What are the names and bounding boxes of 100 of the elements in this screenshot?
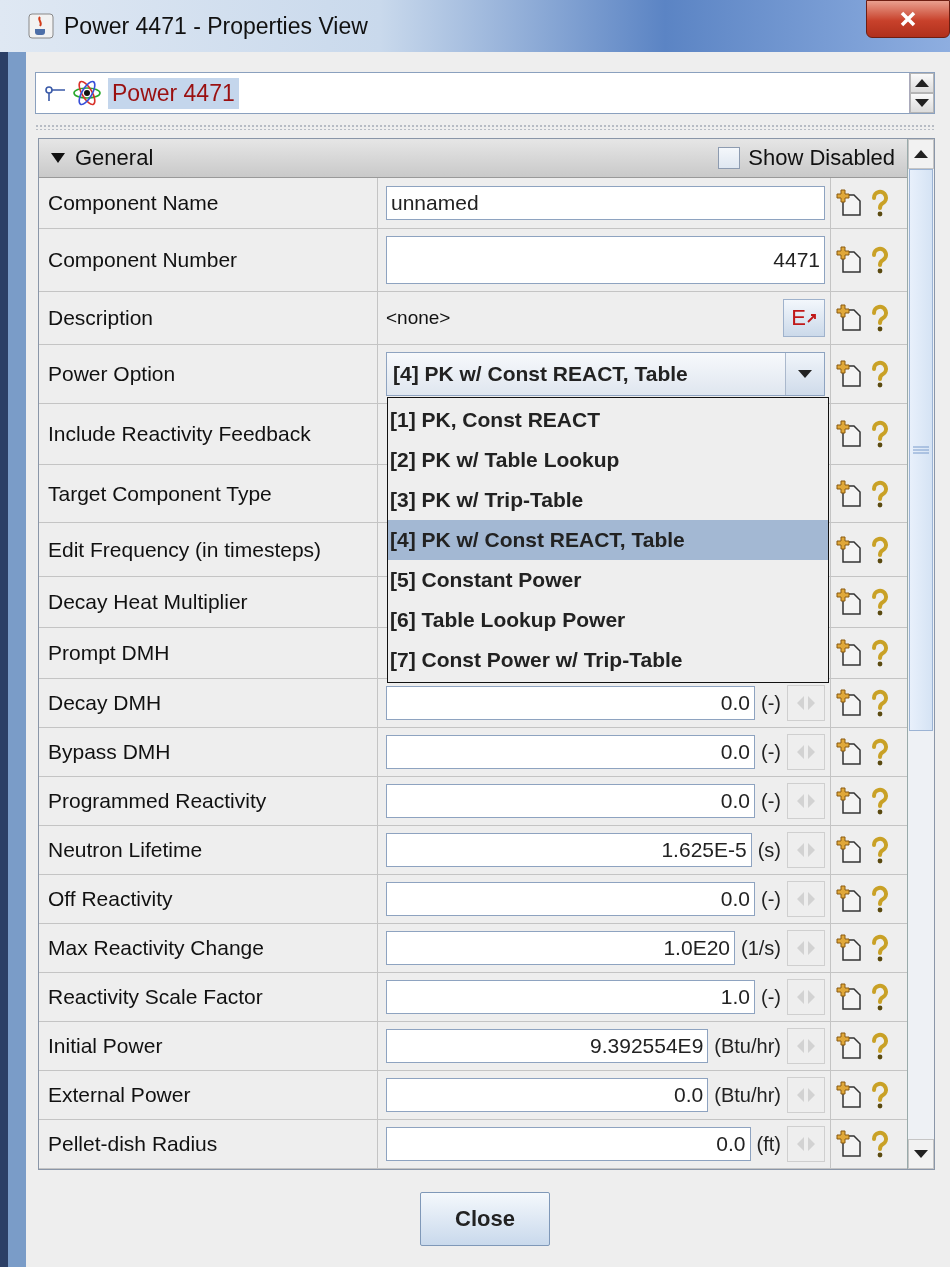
show-disabled-label: Show Disabled	[748, 145, 895, 171]
section-header[interactable]: General Show Disabled	[39, 139, 907, 178]
dropdown-option[interactable]: [5] Constant Power	[388, 560, 828, 600]
unit-label: (-)	[761, 789, 781, 813]
spin-buttons-icon[interactable]	[909, 73, 934, 113]
property-label: Neutron Lifetime	[39, 826, 378, 874]
new-document-icon[interactable]	[836, 479, 862, 508]
number-field[interactable]: 1.0	[386, 980, 755, 1014]
property-label: Edit Frequency (in timesteps)	[39, 523, 378, 576]
number-field[interactable]: 1.625E-5	[386, 833, 752, 867]
help-icon[interactable]	[870, 246, 890, 274]
help-icon[interactable]	[870, 479, 890, 508]
new-document-icon[interactable]	[836, 535, 862, 564]
property-label: Decay DMH	[39, 679, 378, 727]
new-document-icon[interactable]	[836, 934, 862, 962]
grip-icon	[913, 446, 929, 454]
dropdown-option[interactable]: [1] PK, Const REACT	[388, 400, 828, 440]
property-label: Include Reactivity Feedback	[39, 404, 378, 464]
help-icon[interactable]	[870, 885, 890, 913]
new-document-icon[interactable]	[836, 1130, 862, 1158]
unit-label: (-)	[761, 740, 781, 764]
dropdown-option[interactable]: [2] PK w/ Table Lookup	[388, 440, 828, 480]
new-document-icon[interactable]	[836, 304, 862, 332]
property-label: Pellet-dish Radius	[39, 1120, 378, 1168]
new-document-icon[interactable]	[836, 189, 862, 217]
new-document-icon[interactable]	[836, 885, 862, 913]
unit-label: (1/s)	[741, 936, 781, 960]
close-icon	[899, 10, 917, 28]
caret-down-icon	[914, 1150, 928, 1158]
new-document-icon[interactable]	[836, 639, 862, 667]
property-label: Max Reactivity Change	[39, 924, 378, 972]
unit-label: (-)	[761, 985, 781, 1009]
dropdown-option[interactable]: [4] PK w/ Const REACT, Table	[388, 520, 828, 560]
section-title: General	[75, 145, 154, 171]
help-icon[interactable]	[870, 836, 890, 864]
new-document-icon[interactable]	[836, 983, 862, 1011]
dropdown-option[interactable]: [3] PK w/ Trip-Table	[388, 480, 828, 520]
new-document-icon[interactable]	[836, 836, 862, 864]
unit-label: (ft)	[756, 1132, 781, 1156]
help-icon[interactable]	[870, 588, 890, 616]
expanded-triangle-icon[interactable]	[51, 153, 65, 163]
help-icon[interactable]	[870, 189, 890, 217]
new-document-icon[interactable]	[836, 588, 862, 616]
close-window-button[interactable]	[866, 0, 950, 38]
component-path-field[interactable]: Power 4471	[35, 72, 935, 114]
number-field[interactable]: 0.0	[386, 882, 755, 916]
number-field[interactable]: 0.0	[386, 1127, 751, 1161]
number-field[interactable]: 0.0	[386, 784, 755, 818]
unit-label: (Btu/hr)	[714, 1083, 781, 1107]
caret-up-icon	[915, 79, 929, 87]
new-document-icon[interactable]	[836, 360, 862, 388]
pin-icon	[44, 83, 66, 103]
unit-label: (-)	[761, 887, 781, 911]
help-icon[interactable]	[870, 1032, 890, 1060]
atom-icon	[72, 78, 102, 108]
help-icon[interactable]	[870, 1130, 890, 1158]
property-label: External Power	[39, 1071, 378, 1119]
property-label: Programmed Reactivity	[39, 777, 378, 825]
power-option-dropdown[interactable]: [4] PK w/ Const REACT, Table	[386, 352, 825, 396]
help-icon[interactable]	[870, 689, 890, 717]
caret-up-icon	[914, 150, 928, 158]
help-icon[interactable]	[870, 1081, 890, 1109]
number-field[interactable]: 9.392554E9	[386, 1029, 709, 1063]
help-icon[interactable]	[870, 983, 890, 1011]
help-icon[interactable]	[870, 639, 890, 667]
dropdown-option[interactable]: [6] Table Lookup Power	[388, 600, 828, 640]
number-field[interactable]: 4471	[386, 236, 825, 284]
property-label: Component Number	[39, 229, 378, 291]
help-icon[interactable]	[870, 304, 890, 332]
number-field[interactable]: 0.0	[386, 686, 755, 720]
help-icon[interactable]	[870, 535, 890, 564]
help-icon[interactable]	[870, 738, 890, 766]
edit-button[interactable]: E	[783, 299, 825, 337]
help-icon[interactable]	[870, 787, 890, 815]
text-field[interactable]: unnamed	[386, 186, 825, 220]
unit-label: (-)	[761, 691, 781, 715]
new-document-icon[interactable]	[836, 420, 862, 448]
dropdown-option[interactable]: [7] Const Power w/ Trip-Table	[388, 640, 828, 680]
property-label: Prompt DMH	[39, 628, 378, 678]
property-label: Description	[39, 292, 378, 344]
number-field[interactable]: 1.0E20	[386, 931, 735, 965]
new-document-icon[interactable]	[836, 738, 862, 766]
help-icon[interactable]	[870, 934, 890, 962]
new-document-icon[interactable]	[836, 689, 862, 717]
help-icon[interactable]	[870, 420, 890, 448]
new-document-icon[interactable]	[836, 246, 862, 274]
vertical-scrollbar[interactable]	[907, 139, 934, 1169]
property-label: Bypass DMH	[39, 728, 378, 776]
new-document-icon[interactable]	[836, 1081, 862, 1109]
number-field[interactable]: 0.0	[386, 1078, 709, 1112]
help-icon[interactable]	[870, 360, 890, 388]
unit-label: (Btu/hr)	[714, 1034, 781, 1058]
java-cup-icon	[28, 13, 54, 39]
property-label: Decay Heat Multiplier	[39, 577, 378, 627]
caret-down-icon	[915, 99, 929, 107]
number-field[interactable]: 0.0	[386, 735, 755, 769]
new-document-icon[interactable]	[836, 787, 862, 815]
new-document-icon[interactable]	[836, 1032, 862, 1060]
close-button[interactable]: Close	[420, 1191, 550, 1246]
window-title: Power 4471 - Properties View	[64, 12, 368, 40]
